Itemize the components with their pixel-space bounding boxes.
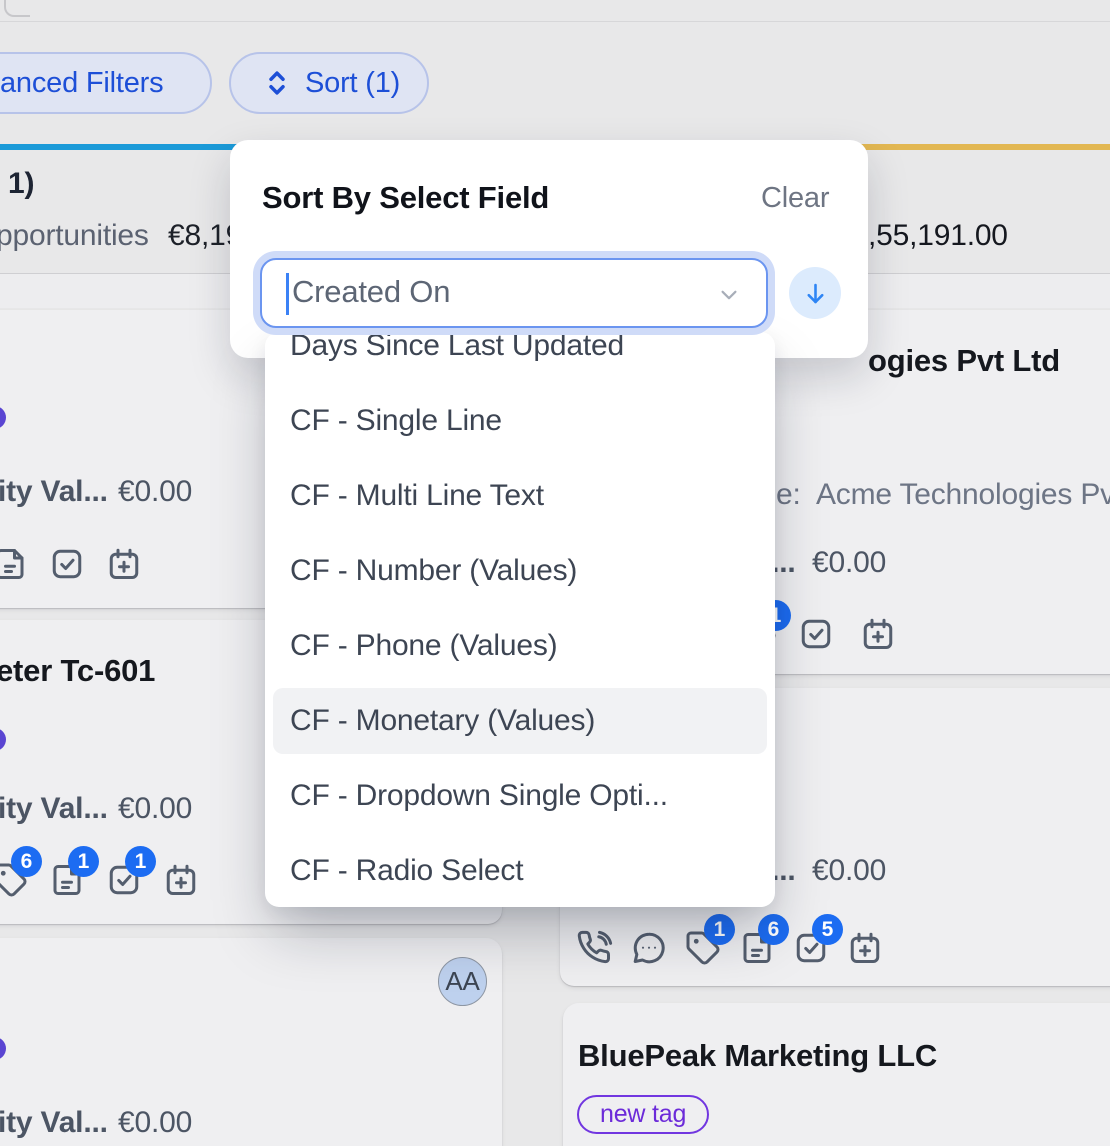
note-icon[interactable]: 6 — [739, 930, 775, 966]
tag-pill-truncated — [0, 728, 6, 751]
opportunity-card[interactable]: AA ity Val... €0.00 — [0, 938, 502, 1146]
new-tag-pill[interactable]: new tag — [577, 1095, 709, 1134]
advanced-filters-label: anced Filters — [0, 67, 163, 100]
cut-off-searchbox-corner — [4, 0, 30, 17]
sort-field-select-value: Created On — [292, 274, 450, 310]
checkbox-icon[interactable]: 5 — [793, 930, 829, 966]
task-count-badge: 5 — [812, 914, 843, 945]
opportunity-title: ogies Pvt Ltd — [868, 343, 1060, 379]
dropdown-option[interactable]: CF - Single Line — [273, 388, 767, 454]
dropdown-option[interactable]: CF - Phone (Values) — [273, 613, 767, 679]
text-cursor — [286, 273, 289, 315]
tag-pill-truncated — [0, 406, 6, 429]
account-field-label: e: — [776, 478, 801, 512]
advanced-filters-button[interactable]: anced Filters — [0, 52, 212, 114]
opportunity-value-label: ity Val... — [0, 1106, 108, 1140]
tag-icon[interactable]: 6 — [0, 862, 28, 898]
opportunity-value-amount: €0.00 — [812, 546, 886, 580]
task-count-badge: 1 — [125, 846, 156, 877]
account-field-value: Acme Technologies Pv — [816, 478, 1110, 512]
sort-button-label: Sort (1) — [305, 67, 400, 100]
chat-icon[interactable] — [631, 930, 667, 966]
calendar-plus-icon[interactable] — [163, 862, 199, 898]
tag-icon[interactable]: 1 — [685, 930, 721, 966]
calendar-plus-icon[interactable] — [106, 546, 142, 582]
tag-pill-truncated — [0, 1037, 6, 1060]
tag-count-badge: 1 — [704, 914, 735, 945]
opportunity-title: eter Tc-601 — [0, 653, 155, 689]
clear-button[interactable]: Clear — [761, 182, 829, 215]
tag-count-badge: 6 — [11, 846, 42, 877]
chevron-down-icon — [714, 284, 744, 311]
crm-kanban-screen: anced Filters Sort (1) 1) pportunities €… — [0, 0, 1110, 1146]
opportunity-card[interactable]: BluePeak Marketing LLC new tag — [563, 1003, 1110, 1146]
opportunity-value-amount: €0.00 — [118, 792, 192, 826]
left-column-count: 1) — [8, 167, 34, 201]
note-icon[interactable] — [0, 546, 28, 582]
sort-button[interactable]: Sort (1) — [229, 52, 429, 114]
note-count-badge: 1 — [68, 846, 99, 877]
calendar-plus-icon[interactable] — [860, 616, 896, 652]
note-count-badge: 6 — [758, 914, 789, 945]
opportunity-value-amount: €0.00 — [812, 854, 886, 888]
checkbox-icon[interactable] — [798, 616, 834, 652]
dropdown-option[interactable]: CF - Radio Select — [273, 838, 767, 904]
dropdown-option-active[interactable]: CF - Monetary (Values) — [273, 688, 767, 754]
opportunity-value-amount: €0.00 — [118, 475, 192, 509]
note-icon[interactable]: 1 — [49, 862, 85, 898]
new-tag-label: new tag — [600, 1100, 686, 1129]
arrow-down-icon — [802, 280, 829, 307]
opportunity-value-label: ity Val... — [0, 792, 108, 826]
toolbar-divider — [0, 21, 1110, 22]
opportunity-value-amount: €0.00 — [118, 1106, 192, 1140]
phone-icon[interactable] — [577, 930, 613, 966]
sort-direction-button[interactable] — [789, 267, 841, 319]
sort-field-select[interactable]: Created On — [260, 258, 768, 328]
dropdown-option[interactable]: CF - Dropdown Single Opti... — [273, 763, 767, 829]
left-column-subtitle: pportunities — [0, 219, 149, 253]
sort-field-dropdown: Days Since Last Updated CF - Single Line… — [265, 332, 775, 907]
dropdown-option[interactable]: CF - Multi Line Text — [273, 463, 767, 529]
dropdown-option[interactable]: CF - Number (Values) — [273, 538, 767, 604]
right-column-total: ,55,191.00 — [868, 219, 1008, 253]
sort-chevrons-icon — [261, 67, 293, 99]
checkbox-icon[interactable]: 1 — [106, 862, 142, 898]
opportunity-title: BluePeak Marketing LLC — [578, 1038, 937, 1074]
dropdown-option[interactable]: Days Since Last Updated — [273, 332, 767, 379]
opportunity-value-label: ity Val... — [0, 475, 108, 509]
avatar[interactable]: AA — [438, 957, 487, 1006]
sort-popover-title: Sort By Select Field — [262, 180, 549, 216]
checkbox-icon[interactable] — [49, 546, 85, 582]
calendar-plus-icon[interactable] — [847, 930, 883, 966]
